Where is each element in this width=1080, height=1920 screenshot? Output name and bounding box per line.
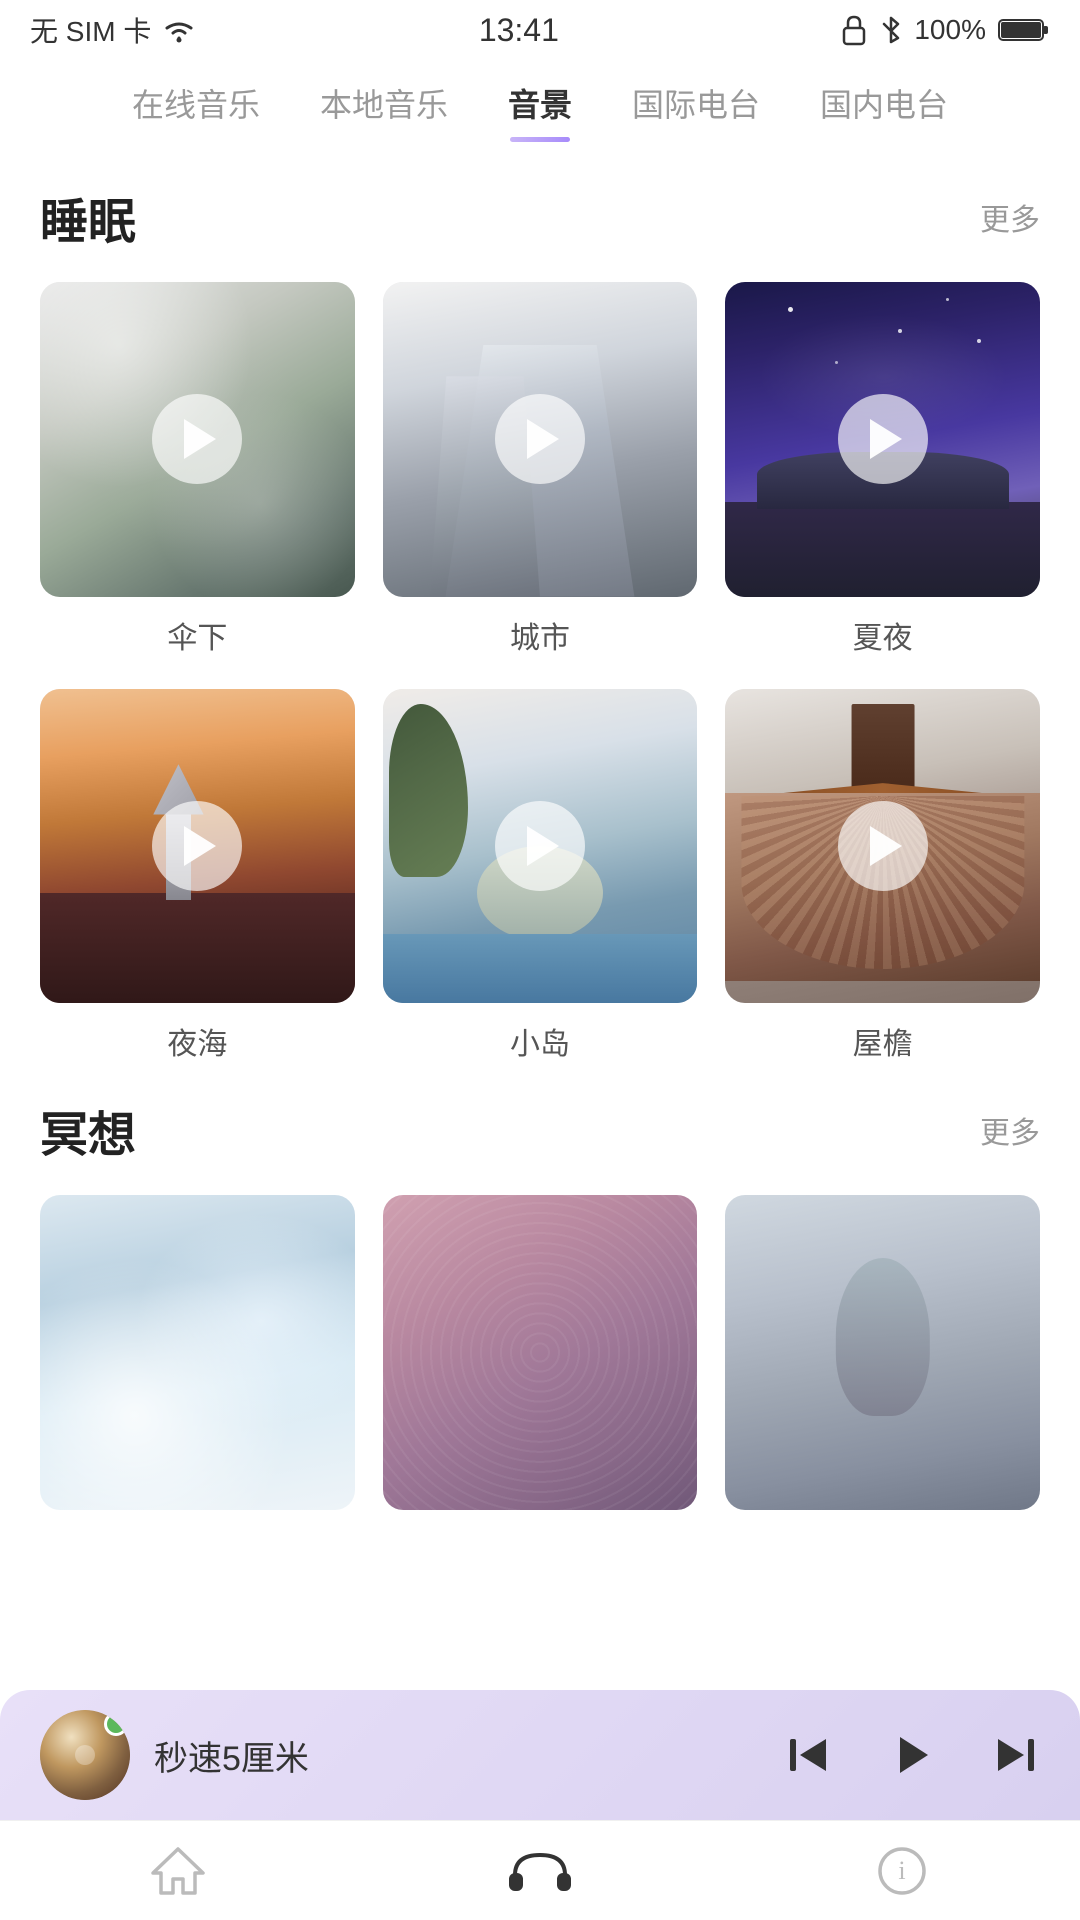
tab-intl-radio[interactable]: 国际电台 (632, 80, 760, 142)
tab-domestic-radio[interactable]: 国内电台 (820, 80, 948, 142)
prev-icon (784, 1729, 836, 1781)
svg-text:i: i (898, 1856, 905, 1885)
play-triangle-summer-night (870, 419, 902, 459)
card-img-abstract (383, 1195, 698, 1510)
tab-online[interactable]: 在线音乐 (132, 80, 260, 142)
card-night-sea[interactable]: 夜海 (40, 689, 355, 1064)
player-info: 秒速5厘米 (154, 1731, 784, 1780)
tab-soundscape[interactable]: 音景 (508, 80, 572, 142)
card-label-eave: 屋檐 (853, 1019, 913, 1063)
wifi-icon (161, 16, 197, 44)
status-left: 无 SIM 卡 (30, 10, 197, 50)
nav-home[interactable] (149, 1845, 207, 1897)
play-triangle-city (527, 419, 559, 459)
sleep-title: 睡眠 (40, 182, 136, 252)
card-island[interactable]: 小岛 (383, 689, 698, 1064)
card-img-night-sea (40, 689, 355, 1004)
card-abstract[interactable] (383, 1195, 698, 1510)
card-city[interactable]: 城市 (383, 282, 698, 657)
play-btn-night-sea[interactable] (152, 801, 242, 891)
card-umbrella[interactable]: 伞下 (40, 282, 355, 657)
lock-icon (840, 14, 868, 46)
player-album-art[interactable] (40, 1710, 130, 1800)
play-icon (886, 1729, 938, 1781)
info-icon: i (873, 1845, 931, 1897)
home-icon (149, 1845, 207, 1897)
meditation-title: 冥想 (40, 1095, 136, 1165)
card-summer-night[interactable]: 夏夜 (725, 282, 1040, 657)
bottom-nav: i (0, 1820, 1080, 1920)
card-meditation-3[interactable] (725, 1195, 1040, 1510)
bluetooth-icon (880, 14, 902, 46)
meditation-grid (40, 1195, 1040, 1510)
main-content: 睡眠 更多 伞下 (0, 142, 1080, 1510)
card-label-umbrella: 伞下 (167, 613, 227, 657)
play-triangle-island (527, 826, 559, 866)
card-img-island (383, 689, 698, 1004)
play-btn-eave[interactable] (838, 801, 928, 891)
card-label-city: 城市 (510, 613, 570, 657)
sim-status: 无 SIM 卡 (30, 10, 151, 50)
status-bar: 无 SIM 卡 13:41 100% (0, 0, 1080, 60)
next-icon (988, 1729, 1040, 1781)
battery-percent: 100% (914, 14, 986, 46)
card-label-night-sea: 夜海 (167, 1019, 227, 1063)
tab-local[interactable]: 本地音乐 (320, 80, 448, 142)
battery-icon (998, 16, 1050, 44)
card-img-clouds (40, 1195, 355, 1510)
meditation-more[interactable]: 更多 (980, 1108, 1040, 1152)
headphone-icon (505, 1845, 575, 1897)
sleep-row-1: 伞下 城市 (40, 282, 1040, 657)
play-btn-summer-night[interactable] (838, 394, 928, 484)
nav-tabs: 在线音乐 本地音乐 音景 国际电台 国内电台 (0, 60, 1080, 142)
play-btn-umbrella[interactable] (152, 394, 242, 484)
play-btn-city[interactable] (495, 394, 585, 484)
sleep-row-2: 夜海 小岛 (40, 689, 1040, 1064)
play-button[interactable] (886, 1729, 938, 1781)
player-title: 秒速5厘米 (154, 1740, 309, 1778)
play-triangle-night-sea (184, 826, 216, 866)
meditation-section-header: 冥想 更多 (40, 1095, 1040, 1165)
status-right: 100% (840, 14, 1050, 46)
card-clouds[interactable] (40, 1195, 355, 1510)
nav-music[interactable] (505, 1845, 575, 1897)
status-time: 13:41 (479, 12, 559, 49)
sleep-more[interactable]: 更多 (980, 195, 1040, 239)
nav-info[interactable]: i (873, 1845, 931, 1897)
card-img-eave (725, 689, 1040, 1004)
player-bar: 秒速5厘米 (0, 1690, 1080, 1820)
card-img-meditation-3 (725, 1195, 1040, 1510)
sleep-section-header: 睡眠 更多 (40, 182, 1040, 252)
player-controls (784, 1729, 1040, 1781)
play-triangle-eave (870, 826, 902, 866)
next-button[interactable] (988, 1729, 1040, 1781)
play-btn-island[interactable] (495, 801, 585, 891)
prev-button[interactable] (784, 1729, 836, 1781)
meditation-section: 冥想 更多 (40, 1095, 1040, 1510)
card-img-umbrella (40, 282, 355, 597)
card-img-summer-night (725, 282, 1040, 597)
card-eave[interactable]: 屋檐 (725, 689, 1040, 1064)
card-label-summer-night: 夏夜 (853, 613, 913, 657)
card-img-city (383, 282, 698, 597)
card-label-island: 小岛 (510, 1019, 570, 1063)
play-triangle-umbrella (184, 419, 216, 459)
